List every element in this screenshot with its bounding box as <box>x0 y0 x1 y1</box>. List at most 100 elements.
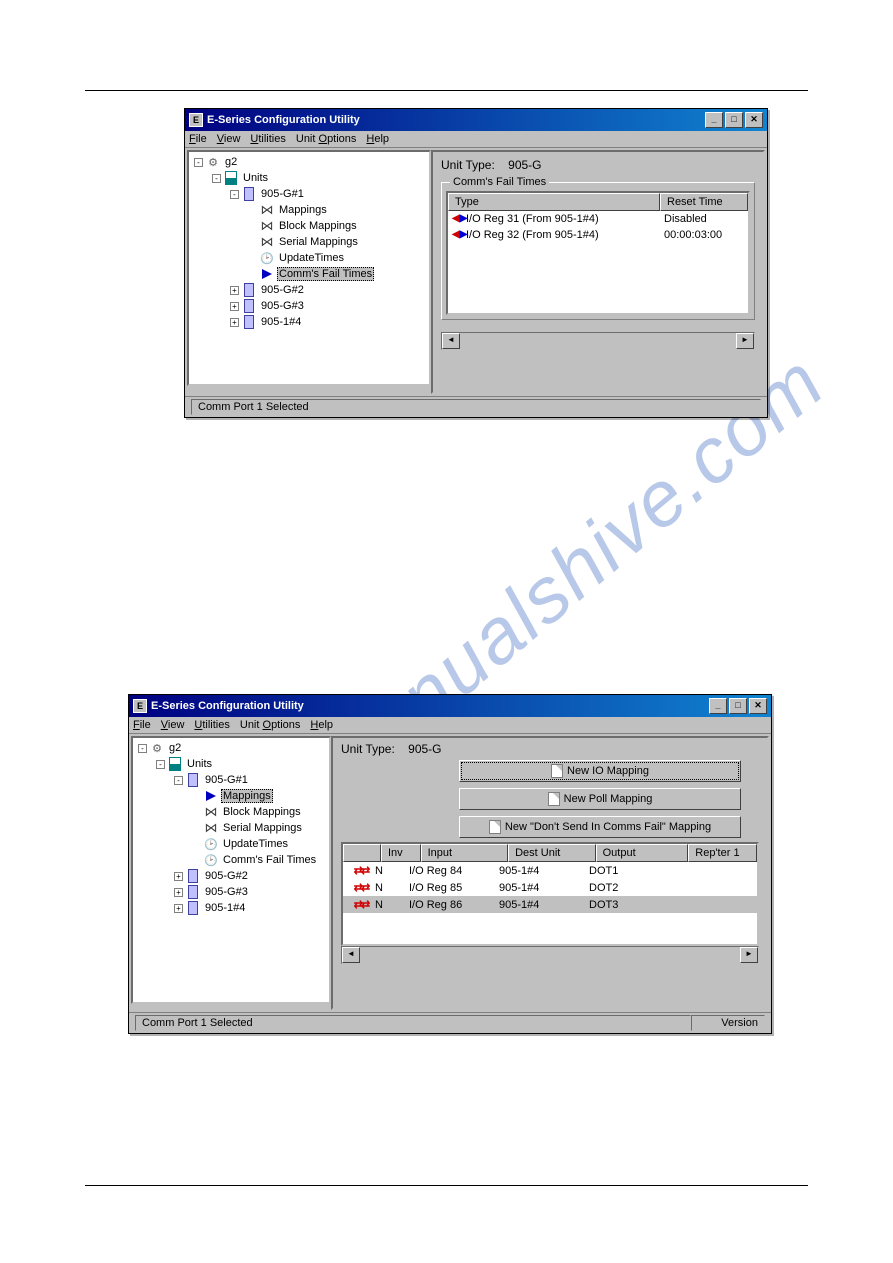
menu-help[interactable]: Help <box>310 719 333 731</box>
close-button[interactable]: ✕ <box>749 698 767 714</box>
new-poll-mapping-button[interactable]: New Poll Mapping <box>459 788 741 810</box>
tree-node[interactable]: -⚙g2 <box>135 740 327 756</box>
tree-node[interactable]: UpdateTimes <box>135 836 327 852</box>
scroll-left-button[interactable]: ◄ <box>442 333 460 349</box>
tree-label[interactable]: UpdateTimes <box>277 252 346 264</box>
tree-label[interactable]: Units <box>241 172 270 184</box>
tree-node[interactable]: Serial Mappings <box>135 820 327 836</box>
tree-label[interactable]: 905-G#2 <box>203 870 250 882</box>
tree-node[interactable]: +905-G#2 <box>135 868 327 884</box>
horizontal-scrollbar[interactable]: ◄ ► <box>341 946 759 964</box>
mappings-listview[interactable]: Inv Input Dest Unit Output Rep'ter 1 ⇄⇄N… <box>341 842 759 946</box>
tree-label[interactable]: Mappings <box>277 204 329 216</box>
tree-label[interactable]: 905-1#4 <box>259 316 303 328</box>
col-input[interactable]: Input <box>421 844 509 862</box>
tree-expander[interactable]: - <box>174 776 183 785</box>
tree-label[interactable]: Mappings <box>221 789 273 803</box>
col-type[interactable]: Type <box>448 193 660 211</box>
list-row[interactable]: ◀▶I/O Reg 31 (From 905-1#4)Disabled <box>448 211 748 227</box>
tree-label[interactable]: 905-G#3 <box>259 300 306 312</box>
tree-node[interactable]: Serial Mappings <box>191 234 427 250</box>
new-dont-send-mapping-button[interactable]: New "Don't Send In Comms Fail" Mapping <box>459 816 741 838</box>
minimize-button[interactable]: _ <box>709 698 727 714</box>
menu-unit-options[interactable]: Unit Options <box>296 133 357 145</box>
tree-label[interactable]: Units <box>185 758 214 770</box>
tree-expander[interactable]: + <box>230 318 239 327</box>
tree-node[interactable]: Block Mappings <box>191 218 427 234</box>
titlebar[interactable]: E E-Series Configuration Utility _ □ ✕ <box>185 109 767 131</box>
tree-label[interactable]: Serial Mappings <box>221 822 304 834</box>
tree-node[interactable]: +905-G#3 <box>135 884 327 900</box>
tree-view[interactable]: -⚙g2-Units-905-G#1MappingsBlock Mappings… <box>131 736 331 1004</box>
tree-expander[interactable]: - <box>156 760 165 769</box>
menu-view[interactable]: View <box>161 719 185 731</box>
tree-label[interactable]: 905-G#1 <box>259 188 306 200</box>
col-reset-time[interactable]: Reset Time <box>660 193 748 211</box>
col-icon[interactable] <box>343 844 381 862</box>
maximize-button[interactable]: □ <box>729 698 747 714</box>
tree-expander[interactable]: + <box>230 302 239 311</box>
col-repeater-1[interactable]: Rep'ter 1 <box>688 844 757 862</box>
tree-label[interactable]: g2 <box>223 156 239 168</box>
tree-label[interactable]: 905-G#3 <box>203 886 250 898</box>
tree-node[interactable]: Mappings <box>191 202 427 218</box>
menu-unit-options[interactable]: Unit Options <box>240 719 301 731</box>
tree-expander[interactable]: - <box>138 744 147 753</box>
tree-label[interactable]: Serial Mappings <box>277 236 360 248</box>
tree-expander[interactable]: + <box>174 872 183 881</box>
minimize-button[interactable]: _ <box>705 112 723 128</box>
horizontal-scrollbar[interactable]: ◄ ► <box>441 332 755 350</box>
tree-node[interactable]: -⚙g2 <box>191 154 427 170</box>
tree-expander[interactable]: + <box>230 286 239 295</box>
system-menu-icon[interactable]: E <box>189 113 203 127</box>
tree-node[interactable]: +905-1#4 <box>135 900 327 916</box>
tree-node[interactable]: +905-G#3 <box>191 298 427 314</box>
maximize-button[interactable]: □ <box>725 112 743 128</box>
list-row[interactable]: ⇄⇄NI/O Reg 84905-1#4DOT1 <box>343 862 757 879</box>
titlebar[interactable]: E E-Series Configuration Utility _ □ ✕ <box>129 695 771 717</box>
tree-expander[interactable]: - <box>212 174 221 183</box>
tree-node[interactable]: - Units <box>191 170 427 186</box>
scroll-left-button[interactable]: ◄ <box>342 947 360 963</box>
close-button[interactable]: ✕ <box>745 112 763 128</box>
menu-view[interactable]: View <box>217 133 241 145</box>
tree-expander[interactable]: - <box>230 190 239 199</box>
tree-label[interactable]: UpdateTimes <box>221 838 290 850</box>
tree-node[interactable]: +905-1#4 <box>191 314 427 330</box>
new-io-mapping-button[interactable]: New IO Mapping <box>459 760 741 782</box>
scroll-right-button[interactable]: ► <box>736 333 754 349</box>
col-inv[interactable]: Inv <box>381 844 421 862</box>
tree-label[interactable]: g2 <box>167 742 183 754</box>
tree-node[interactable]: - 905-G#1 <box>135 772 327 788</box>
tree-label[interactable]: Comm's Fail Times <box>277 267 374 281</box>
menu-utilities[interactable]: Utilities <box>250 133 285 145</box>
tree-node[interactable]: - 905-G#1 <box>191 186 427 202</box>
col-output[interactable]: Output <box>596 844 689 862</box>
tree-label[interactable]: Comm's Fail Times <box>221 854 318 866</box>
menu-help[interactable]: Help <box>366 133 389 145</box>
tree-view[interactable]: -⚙g2-Units-905-G#1MappingsBlock Mappings… <box>187 150 431 386</box>
col-dest-unit[interactable]: Dest Unit <box>508 844 596 862</box>
tree-label[interactable]: 905-1#4 <box>203 902 247 914</box>
menu-file[interactable]: File <box>133 719 151 731</box>
tree-node[interactable]: Comm's Fail Times <box>135 852 327 868</box>
tree-node[interactable]: Comm's Fail Times <box>191 266 427 282</box>
menu-file[interactable]: File <box>189 133 207 145</box>
tree-node[interactable]: +905-G#2 <box>191 282 427 298</box>
system-menu-icon[interactable]: E <box>133 699 147 713</box>
tree-expander[interactable]: + <box>174 888 183 897</box>
list-row[interactable]: ⇄⇄NI/O Reg 86905-1#4DOT3 <box>343 896 757 913</box>
list-row[interactable]: ◀▶I/O Reg 32 (From 905-1#4)00:00:03:00 <box>448 227 748 243</box>
tree-expander[interactable]: + <box>174 904 183 913</box>
menu-utilities[interactable]: Utilities <box>194 719 229 731</box>
tree-label[interactable]: Block Mappings <box>221 806 303 818</box>
tree-expander[interactable]: - <box>194 158 203 167</box>
tree-node[interactable]: UpdateTimes <box>191 250 427 266</box>
tree-node[interactable]: - Units <box>135 756 327 772</box>
tree-node[interactable]: Mappings <box>135 788 327 804</box>
comms-fail-listview[interactable]: Type Reset Time ◀▶I/O Reg 31 (From 905-1… <box>446 191 750 315</box>
scroll-right-button[interactable]: ► <box>740 947 758 963</box>
tree-label[interactable]: Block Mappings <box>277 220 359 232</box>
tree-label[interactable]: 905-G#2 <box>259 284 306 296</box>
tree-label[interactable]: 905-G#1 <box>203 774 250 786</box>
